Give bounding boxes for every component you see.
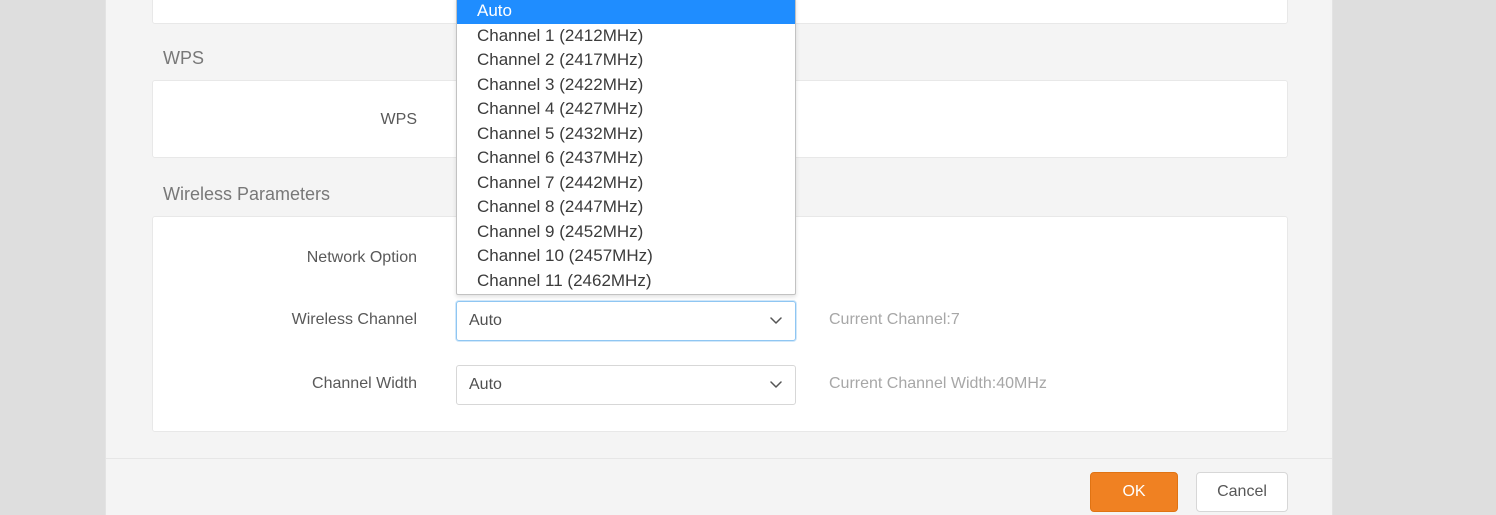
channel-option[interactable]: Channel 8 (2447MHz) bbox=[457, 195, 795, 220]
channel-option[interactable]: Channel 5 (2432MHz) bbox=[457, 122, 795, 147]
ok-button[interactable]: OK bbox=[1090, 472, 1178, 512]
section-title-wps: WPS bbox=[163, 48, 204, 69]
current-width-hint: Current Channel Width:40MHz bbox=[829, 375, 1047, 393]
current-channel-hint: Current Channel:7 bbox=[829, 311, 960, 329]
channel-width-select[interactable]: Auto bbox=[456, 365, 796, 405]
channel-option[interactable]: Channel 1 (2412MHz) bbox=[457, 24, 795, 49]
chevron-down-icon bbox=[769, 314, 783, 328]
channel-width-label: Channel Width bbox=[137, 375, 417, 393]
channel-width-value: Auto bbox=[469, 376, 769, 394]
wireless-channel-value: Auto bbox=[469, 312, 769, 330]
channel-option[interactable]: Channel 11 (2462MHz) bbox=[457, 269, 795, 294]
section-title-wireless-params: Wireless Parameters bbox=[163, 184, 330, 205]
chevron-down-icon bbox=[769, 378, 783, 392]
channel-option[interactable]: Channel 2 (2417MHz) bbox=[457, 48, 795, 73]
network-option-label: Network Option bbox=[137, 249, 417, 267]
ok-button-label: OK bbox=[1122, 483, 1145, 501]
cancel-button-label: Cancel bbox=[1217, 483, 1267, 501]
wireless-channel-select[interactable]: Auto bbox=[456, 301, 796, 341]
wps-label: WPS bbox=[137, 111, 417, 129]
settings-panel: WPS WPS Wireless Parameters Network Opti… bbox=[105, 0, 1333, 515]
cancel-button[interactable]: Cancel bbox=[1196, 472, 1288, 512]
channel-option[interactable]: Channel 6 (2437MHz) bbox=[457, 146, 795, 171]
channel-option[interactable]: Channel 4 (2427MHz) bbox=[457, 97, 795, 122]
footer-bar: OK Cancel bbox=[106, 458, 1332, 515]
channel-option[interactable]: Channel 7 (2442MHz) bbox=[457, 171, 795, 196]
channel-option[interactable]: Channel 3 (2422MHz) bbox=[457, 73, 795, 98]
wireless-channel-dropdown[interactable]: AutoChannel 1 (2412MHz)Channel 2 (2417MH… bbox=[456, 0, 796, 295]
channel-option[interactable]: Channel 10 (2457MHz) bbox=[457, 244, 795, 269]
channel-option[interactable]: Channel 9 (2452MHz) bbox=[457, 220, 795, 245]
wireless-channel-label: Wireless Channel bbox=[137, 311, 417, 329]
channel-option[interactable]: Auto bbox=[457, 0, 795, 24]
